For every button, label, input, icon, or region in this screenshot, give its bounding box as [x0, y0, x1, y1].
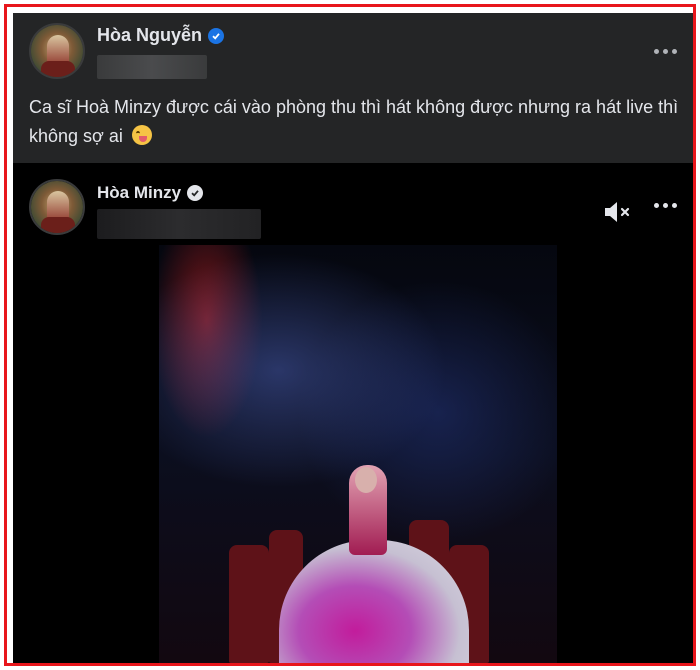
shared-more-options-icon[interactable]	[654, 203, 677, 208]
author-name[interactable]: Hòa Nguyễn	[97, 25, 202, 46]
video-frame[interactable]	[159, 245, 557, 663]
shared-author-avatar[interactable]	[29, 179, 85, 235]
check-badge-icon	[187, 185, 204, 201]
backup-dancer	[229, 545, 269, 663]
post-caption-text: Ca sĩ Hoà Minzy được cái vào phòng thu t…	[29, 97, 679, 146]
speaker-muted-icon[interactable]	[603, 199, 633, 230]
winking-tongue-emoji-icon	[131, 125, 152, 145]
verified-badge-icon	[208, 27, 225, 44]
shared-author-name-row: Hòa Minzy	[97, 183, 204, 203]
author-avatar[interactable]	[29, 23, 85, 79]
blurred-timestamp	[97, 55, 207, 79]
more-options-icon[interactable]	[654, 49, 677, 54]
shared-author-name[interactable]: Hòa Minzy	[97, 183, 181, 203]
singer-head	[355, 467, 377, 493]
blurred-shared-timestamp	[97, 209, 261, 239]
author-name-row: Hòa Nguyễn	[97, 25, 225, 46]
facebook-post: Hòa Nguyễn Ca sĩ Hoà Minzy được cái vào …	[13, 13, 693, 663]
red-border-frame: Hòa Nguyễn Ca sĩ Hoà Minzy được cái vào …	[4, 4, 696, 666]
post-caption: Ca sĩ Hoà Minzy được cái vào phòng thu t…	[29, 93, 689, 151]
